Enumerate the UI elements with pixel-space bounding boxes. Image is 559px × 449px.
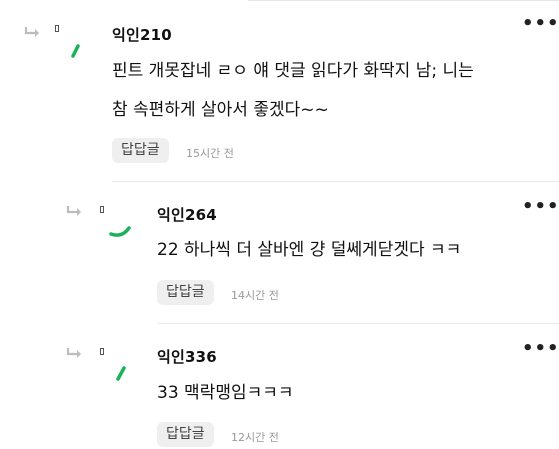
avatar	[68, 40, 88, 60]
comment-item: 익인264 ••• 22 하나씩 더 살바엔 걍 덜쎄게닫겟다 ㅋㅋ 답답글 1…	[0, 182, 559, 322]
reply-arrow-icon	[66, 347, 86, 361]
timestamp: 14시간 전	[231, 289, 279, 302]
more-options-icon[interactable]: •••	[522, 198, 559, 216]
comment-body-line: 참 속편하게 살아서 좋겠다~~	[112, 100, 329, 120]
broken-image-icon	[100, 206, 104, 213]
broken-image-icon	[100, 348, 104, 355]
comment-body-line: 핀트 개못잡네 ㄹㅇ 얘 댓글 읽다가 화딱지 남; 니는	[112, 61, 474, 81]
reply-button[interactable]: 답답글	[112, 138, 169, 163]
timestamp: 15시간 전	[186, 147, 234, 160]
broken-image-icon	[55, 25, 59, 32]
reply-arrow-icon	[66, 205, 86, 219]
more-options-icon[interactable]: •••	[522, 15, 559, 33]
comment-author[interactable]: 익인210	[112, 24, 172, 45]
comment-author[interactable]: 익인264	[157, 204, 217, 225]
reply-button[interactable]: 답답글	[157, 422, 214, 447]
comment-item: 익인336 ••• 33 맥락맹임ㅋㅋㅋ 답답글 12시간 전	[0, 324, 559, 449]
comment-author[interactable]: 익인336	[157, 346, 217, 367]
comment-body-line: 22 하나씩 더 살바엔 걍 덜쎄게닫겟다 ㅋㅋ	[157, 240, 462, 260]
reply-arrow-icon	[24, 26, 44, 40]
timestamp: 12시간 전	[231, 431, 279, 444]
more-options-icon[interactable]: •••	[522, 340, 559, 358]
avatar	[112, 360, 132, 381]
reply-button[interactable]: 답답글	[157, 280, 214, 305]
comment-item: 익인210 ••• 핀트 개못잡네 ㄹㅇ 얘 댓글 읽다가 화딱지 남; 니는 …	[0, 0, 559, 180]
avatar	[108, 218, 131, 238]
comment-body-line: 33 맥락맹임ㅋㅋㅋ	[157, 383, 294, 403]
